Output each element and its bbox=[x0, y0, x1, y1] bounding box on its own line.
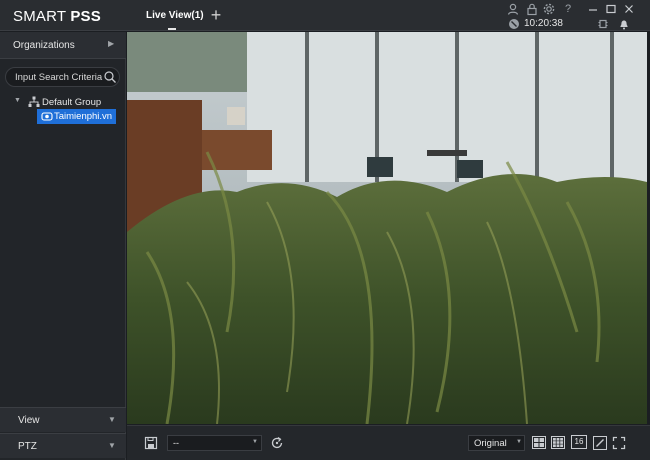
tab-live-view[interactable]: Live View(1) bbox=[138, 0, 206, 31]
ptz-panel-label: PTZ bbox=[18, 441, 37, 452]
app-logo: SMART PSS bbox=[13, 8, 101, 25]
title-bar: SMART PSS Live View(1) + ? 10:20:38 bbox=[0, 0, 650, 31]
chevron-down-icon: ▼ bbox=[108, 415, 116, 424]
add-tab-button[interactable]: + bbox=[208, 6, 224, 24]
refresh-icon[interactable] bbox=[270, 436, 284, 450]
search-input[interactable]: Input Search Criteria bbox=[5, 67, 120, 87]
device-icon[interactable] bbox=[596, 17, 610, 31]
chevron-right-icon: ▶ bbox=[108, 39, 115, 48]
aspect-ratio-select[interactable]: Original ▼ bbox=[468, 435, 525, 451]
close-icon[interactable] bbox=[622, 2, 636, 16]
alarm-bell-icon[interactable] bbox=[617, 17, 631, 31]
search-placeholder: Input Search Criteria bbox=[15, 72, 103, 83]
maximize-icon[interactable] bbox=[604, 2, 618, 16]
view-panel-header[interactable]: View ▼ bbox=[0, 407, 126, 432]
save-icon[interactable] bbox=[144, 436, 158, 450]
help-icon[interactable]: ? bbox=[561, 2, 575, 16]
layout-4-icon[interactable] bbox=[532, 436, 546, 449]
camera-feed-image bbox=[127, 32, 647, 424]
tab-live-view-label: Live View(1) bbox=[146, 10, 204, 21]
org-tree-icon bbox=[28, 96, 40, 108]
ptz-panel-header[interactable]: PTZ ▼ bbox=[0, 433, 126, 458]
expand-arrow-icon[interactable]: ▼ bbox=[14, 97, 21, 104]
sidebar: Organizations ▶ Input Search Criteria ▼ … bbox=[0, 32, 126, 460]
organizations-label: Organizations bbox=[13, 40, 75, 51]
chevron-down-icon: ▼ bbox=[516, 439, 522, 445]
status-icon bbox=[507, 17, 521, 31]
search-icon[interactable] bbox=[103, 70, 117, 84]
stream-select-value: -- bbox=[173, 438, 179, 448]
chevron-down-icon: ▼ bbox=[108, 441, 116, 450]
lock-icon[interactable] bbox=[525, 2, 539, 16]
stream-select[interactable]: -- ▼ bbox=[167, 435, 262, 451]
active-tab-indicator bbox=[168, 28, 176, 30]
user-icon[interactable] bbox=[506, 2, 520, 16]
layout-9-icon[interactable] bbox=[551, 436, 565, 449]
edit-layout-icon[interactable] bbox=[593, 436, 607, 450]
live-video-window[interactable] bbox=[127, 32, 647, 424]
view-panel-label: View bbox=[18, 415, 40, 426]
tree-device-label: Taimienphi.vn bbox=[54, 111, 113, 122]
camera-device-icon bbox=[41, 111, 53, 122]
fullscreen-icon[interactable] bbox=[612, 436, 626, 450]
chevron-down-icon: ▼ bbox=[252, 439, 258, 445]
minimize-icon[interactable] bbox=[586, 2, 600, 16]
organizations-header[interactable]: Organizations ▶ bbox=[0, 32, 126, 59]
tree-group-label: Default Group bbox=[42, 97, 102, 108]
clock-time: 10:20:38 bbox=[524, 18, 563, 29]
settings-gear-icon[interactable] bbox=[542, 2, 556, 16]
aspect-ratio-value: Original bbox=[474, 438, 507, 449]
tree-device-item[interactable]: Taimienphi.vn bbox=[37, 109, 116, 124]
bottom-toolbar: -- ▼ Original ▼ 16 bbox=[127, 425, 650, 460]
layout-16-icon[interactable]: 16 bbox=[571, 435, 587, 449]
